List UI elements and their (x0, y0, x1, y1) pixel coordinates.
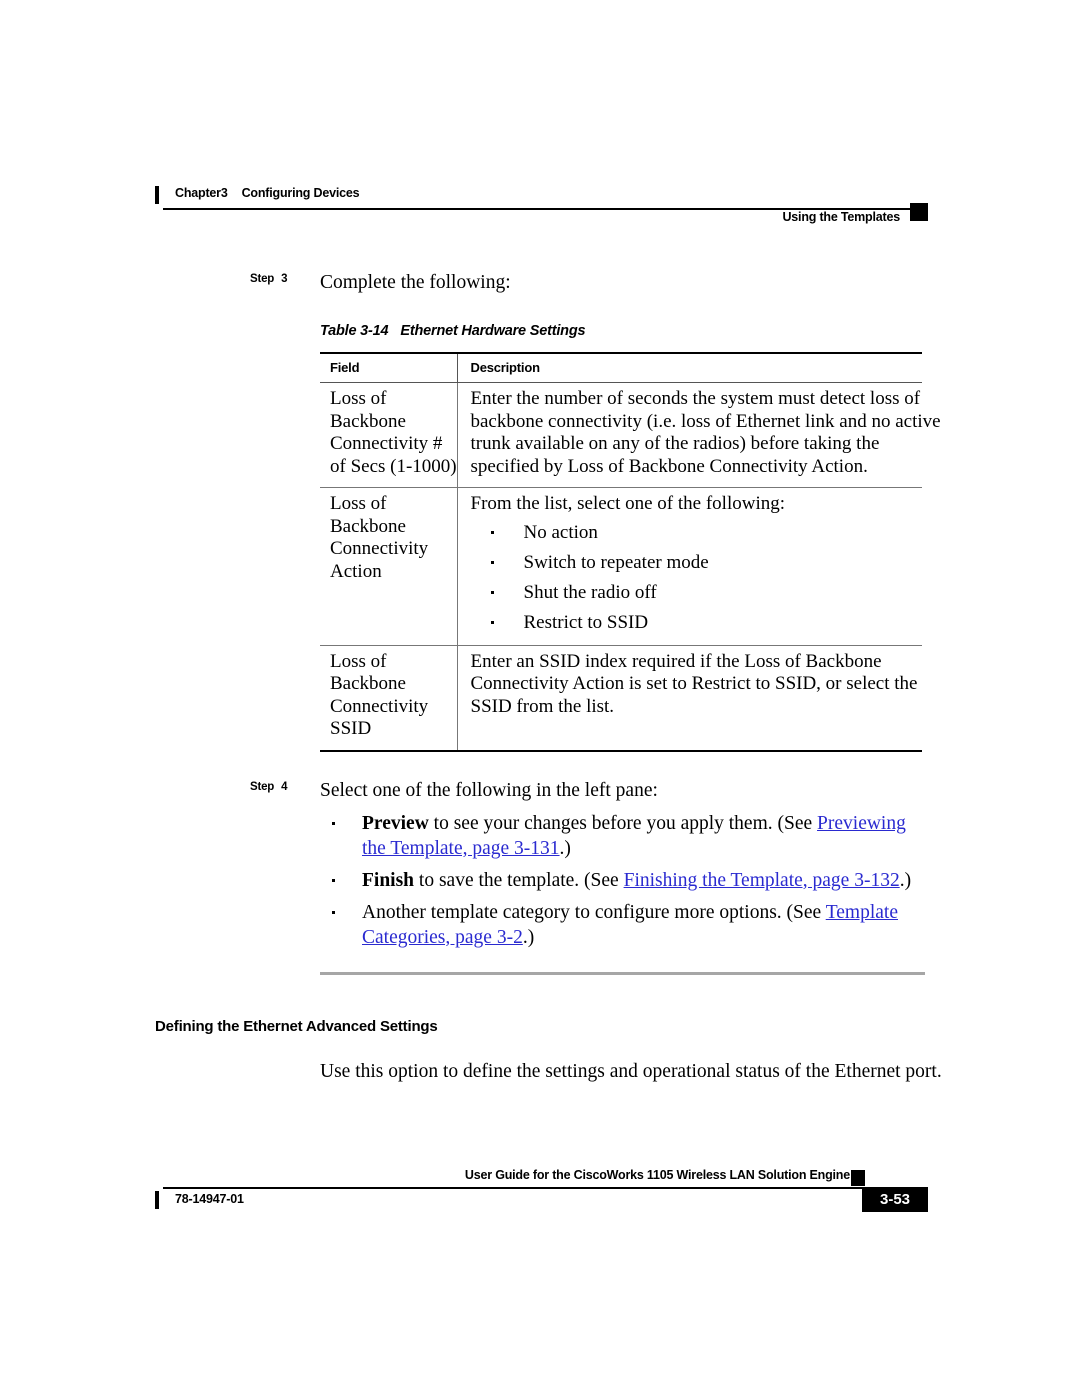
field-line: Action (330, 560, 382, 582)
bullet-text-before: Another template category to configure m… (362, 901, 826, 923)
table-row: Loss of Backbone Connectivity # of Secs … (320, 382, 941, 488)
bullet-bold-lead: Preview (362, 812, 429, 834)
field-line: Connectivity (330, 695, 429, 717)
bullet-dot-icon (490, 560, 494, 564)
step-4-bullet-list: Preview to see your changes before you a… (320, 811, 930, 950)
bullet-dot-icon (332, 878, 335, 882)
table-caption: Table 3-14 Ethernet Hardware Settings (320, 323, 922, 339)
list-item: Restrict to SSID (471, 612, 921, 634)
table-row: Loss of Backbone Connectivity Action Fro… (320, 487, 922, 646)
field-line: Backbone (330, 673, 406, 694)
step-4-label: Step 4 (250, 780, 288, 793)
bullet-text-before: to save the template. (See (414, 869, 624, 891)
cell-description: From the list, select one of the followi… (456, 487, 922, 646)
field-line: Connectivity (330, 538, 429, 559)
section-heading: Defining the Ethernet Advanced Settings (155, 1017, 438, 1035)
step-4-text: Select one of the following in the left … (320, 779, 658, 801)
header-chapter-label: Chapter (175, 186, 221, 200)
field-line: Connectivity # (330, 433, 443, 454)
running-header: Chapter3 Configuring Devices Using the Te… (155, 182, 928, 228)
list-item: Shut the radio off (471, 582, 921, 604)
bullet-text-before: to see your changes before you apply the… (428, 812, 818, 834)
field-line: Loss of (330, 493, 387, 514)
footer-page-number: 3-53 (862, 1187, 928, 1212)
table-header-row: Field Description (320, 352, 922, 383)
description-line: SSID from the list. (470, 695, 615, 717)
header-chapter-title: Configuring Devices (241, 186, 360, 200)
header-left-tick-icon (155, 186, 159, 204)
bullet-text-after: .) (522, 926, 535, 948)
table-caption-number: Table 3-14 (320, 323, 389, 339)
column-header-field: Field (320, 352, 457, 383)
description-bullet-list: No action Switch to repeater mode Shut t… (471, 522, 921, 634)
description-line: Enter an SSID index required if the Loss… (470, 650, 882, 672)
bullet-bold-lead: Finish (362, 869, 415, 891)
table-3-14-block: Table 3-14 Ethernet Hardware Settings Fie… (320, 323, 941, 752)
cell-field: Loss of Backbone Connectivity SSID (320, 645, 457, 752)
list-item: Switch to repeater mode (471, 552, 921, 574)
bullet-dot-icon (490, 620, 494, 624)
section-divider (320, 971, 925, 975)
field-line: Loss of (330, 650, 387, 672)
list-item: Preview to see your changes before you a… (320, 811, 930, 861)
bullet-dot-icon (490, 530, 494, 534)
step-3-text: Complete the following: (320, 272, 511, 293)
step-4-word: Step (250, 780, 275, 793)
description-line: Connectivity Action is set to Restrict t… (470, 673, 918, 694)
ethernet-hardware-settings-table: Field Description Loss of Backbone Conne… (320, 352, 941, 752)
field-line: Backbone (330, 515, 406, 537)
description-line: backbone connectivity (i.e. loss of Ethe… (470, 410, 941, 432)
bullet-text-after: .) (559, 837, 571, 859)
description-line: From the list, select one of the followi… (470, 493, 786, 514)
step-4-row: Step 4 Select one of the following in the… (155, 778, 930, 804)
bullet-dot-icon (490, 590, 494, 594)
cell-description: Enter the number of seconds the system m… (456, 382, 941, 488)
field-line: Backbone (330, 410, 406, 432)
step-3-row: Step 3 Complete the following: (155, 270, 930, 296)
cross-reference-link[interactable]: Finishing the Template, page 3-132 (624, 870, 900, 891)
header-chapter-number: 3 (220, 186, 228, 200)
footer-document-number: 78-14947-01 (175, 1192, 244, 1206)
bullet-dot-icon (332, 910, 335, 914)
column-header-description: Description (456, 352, 922, 383)
footer-square-marker-icon (851, 1170, 865, 1186)
list-item: No action (471, 522, 921, 544)
table-caption-title: Ethernet Hardware Settings (400, 323, 586, 339)
header-square-marker-icon (910, 203, 928, 221)
section-body-text: Use this option to define the settings a… (320, 1060, 942, 1082)
bullet-dot-icon (332, 821, 335, 825)
document-page: Chapter3 Configuring Devices Using the Te… (0, 0, 1080, 1397)
list-item: Another template category to configure m… (320, 900, 930, 950)
step-3-label: Step 3 (250, 273, 288, 285)
list-item-label: Switch to repeater mode (523, 551, 709, 573)
field-line: of Secs (1-1000) (330, 455, 457, 477)
field-line: SSID (330, 718, 372, 739)
cell-description: Enter an SSID index required if the Loss… (456, 645, 922, 752)
step-4-number: 4 (281, 780, 288, 793)
footer-guide-title: User Guide for the CiscoWorks 1105 Wirel… (464, 1168, 850, 1182)
footer-left-tick-icon (155, 1191, 159, 1209)
cell-field: Loss of Backbone Connectivity # of Secs … (320, 382, 457, 488)
list-item-label: Shut the radio off (523, 581, 657, 603)
cell-field: Loss of Backbone Connectivity Action (320, 487, 457, 646)
step-3-number: 3 (281, 273, 288, 285)
running-footer: User Guide for the CiscoWorks 1105 Wirel… (155, 1168, 928, 1228)
header-chapter: Chapter3 Configuring Devices (175, 186, 360, 200)
description-line: specified by Loss of Backbone Connectivi… (470, 455, 868, 477)
footer-rule (163, 1187, 926, 1189)
bullet-text-after: .) (899, 869, 912, 891)
step-3-word: Step (250, 273, 275, 285)
list-item-label: Restrict to SSID (523, 611, 649, 633)
list-item: Finish to save the template. (See Finish… (320, 868, 930, 893)
table-body: Loss of Backbone Connectivity # of Secs … (320, 382, 941, 752)
field-line: Loss of (330, 388, 387, 409)
description-line: Enter the number of seconds the system m… (470, 388, 921, 409)
description-line: trunk available on any of the radios) be… (470, 433, 880, 454)
header-section-title: Using the Templates (782, 210, 900, 224)
list-item-label: No action (523, 521, 598, 543)
table-row: Loss of Backbone Connectivity SSID Enter… (320, 645, 922, 752)
body-column: Step 3 Complete the following: Table 3-14… (155, 270, 942, 1084)
